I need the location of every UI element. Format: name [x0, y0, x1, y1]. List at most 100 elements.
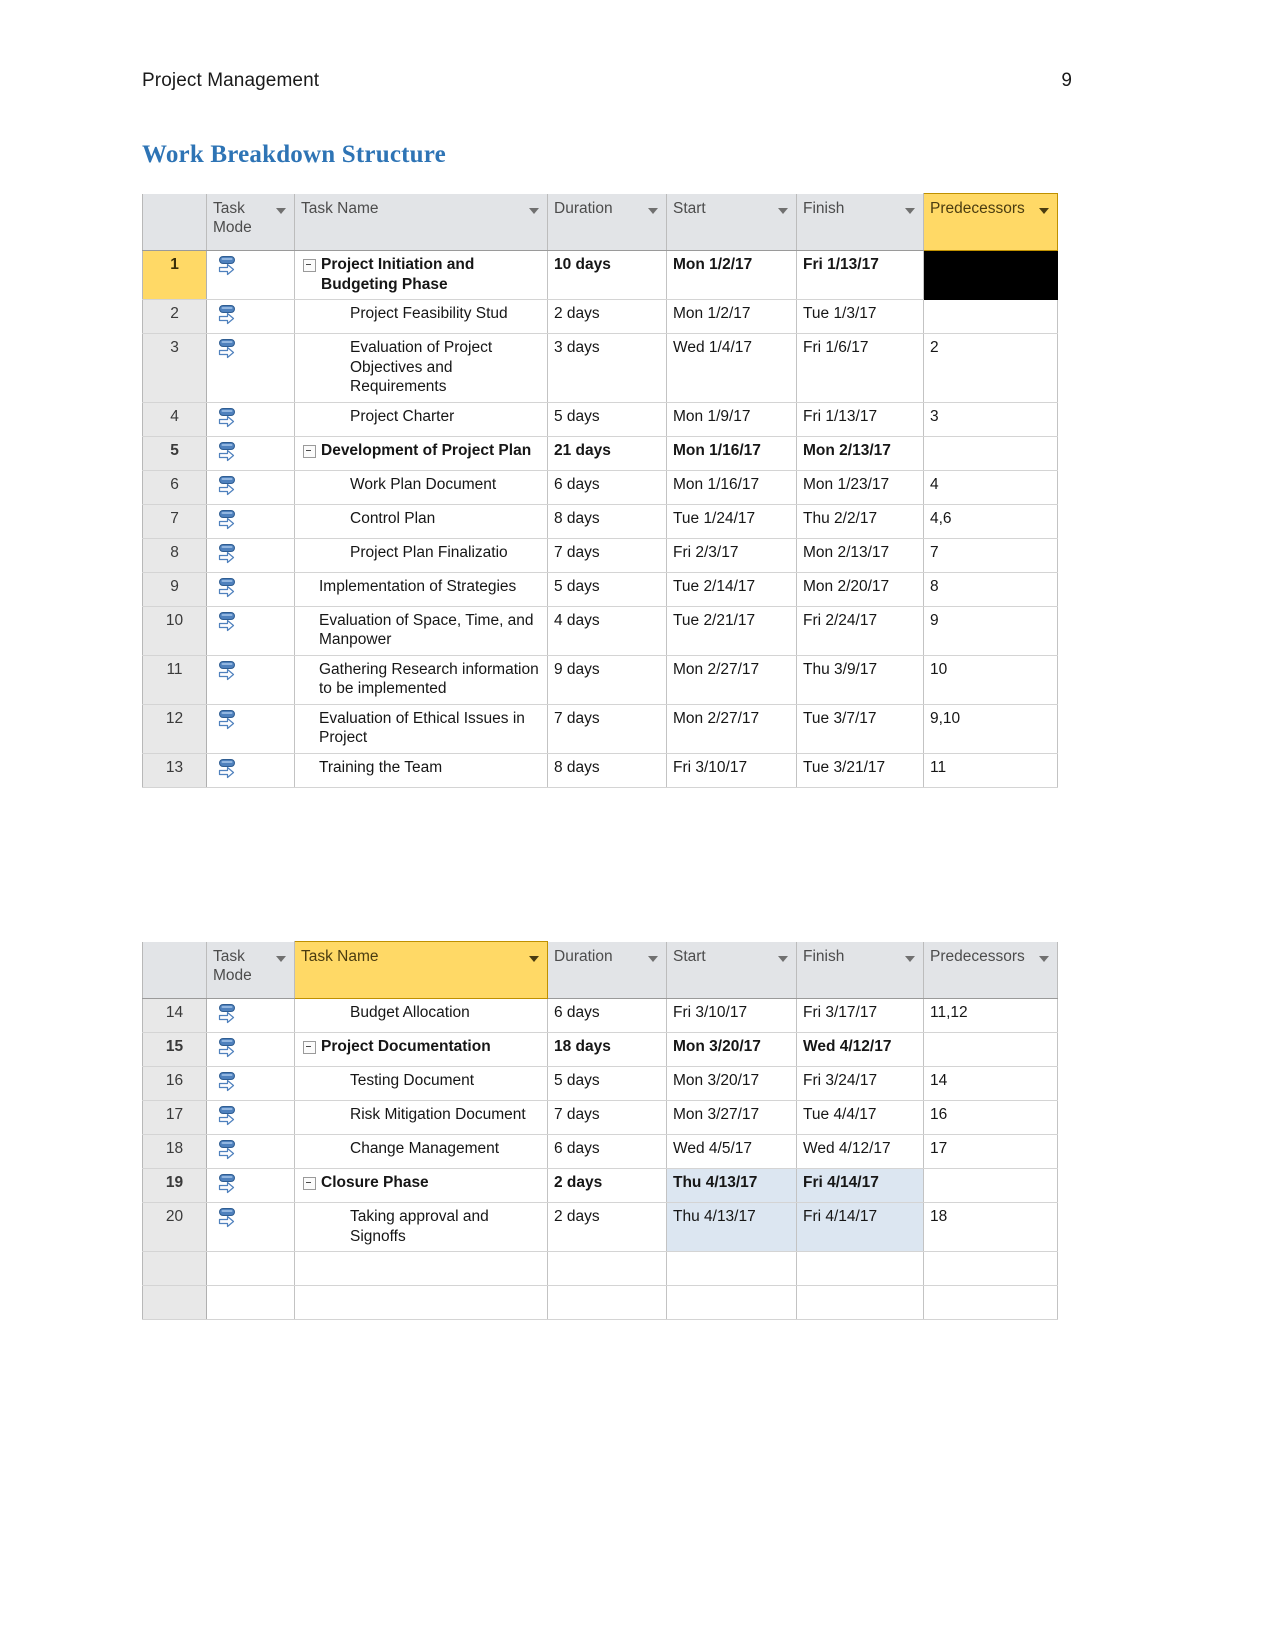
task-duration-cell[interactable]: 2 days — [547, 1168, 667, 1203]
column-header-start[interactable]: Start — [666, 193, 797, 251]
task-predecessors-cell[interactable]: 8 — [923, 572, 1058, 607]
column-header-name[interactable]: Task Name — [294, 941, 548, 999]
empty-cell[interactable] — [923, 1285, 1058, 1321]
task-predecessors-cell[interactable]: 9,10 — [923, 704, 1058, 754]
task-id-cell[interactable]: 18 — [143, 1134, 207, 1169]
task-predecessors-cell[interactable]: 11,12 — [923, 998, 1058, 1033]
task-finish-cell[interactable]: Mon 2/20/17 — [796, 572, 924, 607]
task-row[interactable]: 14 Budget Allocation 6 days Fri 3/10/17 Fri… — [143, 998, 1058, 1033]
task-predecessors-cell[interactable]: 10 — [923, 655, 1058, 705]
task-mode-cell[interactable] — [206, 1134, 295, 1169]
task-row[interactable]: 11 Gathering Research information to be … — [143, 655, 1058, 705]
task-mode-cell[interactable] — [206, 250, 295, 301]
task-mode-cell[interactable] — [206, 1100, 295, 1135]
task-id-cell[interactable]: 6 — [143, 470, 207, 505]
task-row[interactable]: 10 Evaluation of Space, Time, and Manpow… — [143, 606, 1058, 656]
task-mode-cell[interactable] — [206, 299, 295, 335]
task-row[interactable]: 5 Development of Project Plan 21 days Mon … — [143, 436, 1058, 471]
empty-cell[interactable] — [206, 1285, 295, 1321]
empty-row[interactable] — [143, 1251, 1058, 1287]
task-finish-cell[interactable]: Tue 3/7/17 — [796, 704, 924, 754]
task-finish-cell[interactable]: Mon 1/23/17 — [796, 470, 924, 505]
column-header-mode[interactable]: Task Mode — [206, 941, 295, 999]
task-name-cell[interactable]: Project Feasibility Stud — [294, 299, 548, 335]
column-header-fin[interactable]: Finish — [796, 941, 924, 999]
task-duration-cell[interactable]: 7 days — [547, 1100, 667, 1135]
task-name-cell[interactable]: Taking approval and Signoffs — [294, 1202, 548, 1253]
task-finish-cell[interactable]: Fri 4/14/17 — [796, 1202, 924, 1253]
task-start-cell[interactable]: Mon 1/9/17 — [666, 402, 797, 437]
column-header-pred[interactable]: Predecessors — [923, 941, 1058, 999]
task-id-cell[interactable]: 2 — [143, 299, 207, 335]
task-finish-cell[interactable]: Fri 1/13/17 — [796, 250, 924, 301]
filter-dropdown-icon[interactable] — [648, 207, 658, 214]
column-header-dur[interactable]: Duration — [547, 193, 667, 251]
task-row[interactable]: 6 Work Plan Document 6 days Mon 1/16/17 Mon… — [143, 470, 1058, 505]
empty-cell[interactable] — [666, 1285, 797, 1321]
task-start-cell[interactable]: Tue 2/21/17 — [666, 606, 797, 656]
filter-dropdown-icon[interactable] — [648, 955, 658, 962]
task-finish-cell[interactable]: Thu 2/2/17 — [796, 504, 924, 539]
task-id-cell[interactable]: 7 — [143, 504, 207, 539]
task-id-cell[interactable]: 9 — [143, 572, 207, 607]
task-duration-cell[interactable]: 8 days — [547, 753, 667, 788]
task-mode-cell[interactable] — [206, 998, 295, 1033]
task-predecessors-cell[interactable]: 3 — [923, 402, 1058, 437]
empty-cell[interactable] — [143, 1251, 207, 1287]
filter-dropdown-icon[interactable] — [778, 955, 788, 962]
task-mode-cell[interactable] — [206, 1202, 295, 1253]
task-duration-cell[interactable]: 6 days — [547, 998, 667, 1033]
task-finish-cell[interactable]: Tue 4/4/17 — [796, 1100, 924, 1135]
task-mode-cell[interactable] — [206, 402, 295, 437]
task-start-cell[interactable]: Tue 2/14/17 — [666, 572, 797, 607]
task-duration-cell[interactable]: 2 days — [547, 299, 667, 335]
empty-cell[interactable] — [143, 1285, 207, 1321]
task-start-cell[interactable]: Fri 2/3/17 — [666, 538, 797, 573]
empty-row[interactable] — [143, 1285, 1058, 1321]
task-finish-cell[interactable]: Fri 1/13/17 — [796, 402, 924, 437]
task-finish-cell[interactable]: Tue 1/3/17 — [796, 299, 924, 335]
empty-cell[interactable] — [923, 1251, 1058, 1287]
task-finish-cell[interactable]: Fri 2/24/17 — [796, 606, 924, 656]
task-row[interactable]: 4 Project Charter 5 days Mon 1/9/17 Fri 1/1… — [143, 402, 1058, 437]
task-mode-cell[interactable] — [206, 1168, 295, 1203]
task-row[interactable]: 15 Project Documentation 18 days Mon 3/20/… — [143, 1032, 1058, 1067]
task-row[interactable]: 8 Project Plan Finalizatio 7 days Fri 2/3/… — [143, 538, 1058, 573]
task-start-cell[interactable]: Thu 4/13/17 — [666, 1168, 797, 1203]
task-mode-cell[interactable] — [206, 436, 295, 471]
task-name-cell[interactable]: Project Plan Finalizatio — [294, 538, 548, 573]
task-name-cell[interactable]: Budget Allocation — [294, 998, 548, 1033]
task-predecessors-cell[interactable]: 18 — [923, 1202, 1058, 1253]
task-mode-cell[interactable] — [206, 655, 295, 705]
task-duration-cell[interactable]: 21 days — [547, 436, 667, 471]
task-start-cell[interactable]: Tue 1/24/17 — [666, 504, 797, 539]
column-header-start[interactable]: Start — [666, 941, 797, 999]
filter-dropdown-icon[interactable] — [276, 207, 286, 214]
task-mode-cell[interactable] — [206, 704, 295, 754]
empty-cell[interactable] — [547, 1285, 667, 1321]
task-duration-cell[interactable]: 7 days — [547, 538, 667, 573]
filter-dropdown-icon[interactable] — [276, 955, 286, 962]
filter-dropdown-icon[interactable] — [1039, 955, 1049, 962]
task-name-cell[interactable]: Testing Document — [294, 1066, 548, 1101]
task-predecessors-cell[interactable]: 17 — [923, 1134, 1058, 1169]
task-predecessors-cell[interactable] — [923, 1032, 1058, 1067]
task-name-cell[interactable]: Evaluation of Space, Time, and Manpower — [294, 606, 548, 656]
task-id-cell[interactable]: 20 — [143, 1202, 207, 1253]
task-finish-cell[interactable]: Wed 4/12/17 — [796, 1032, 924, 1067]
task-start-cell[interactable]: Mon 3/20/17 — [666, 1032, 797, 1067]
task-mode-cell[interactable] — [206, 333, 295, 403]
task-duration-cell[interactable]: 4 days — [547, 606, 667, 656]
task-row[interactable]: 7 Control Plan 8 days Tue 1/24/17 Thu 2/2/1… — [143, 504, 1058, 539]
empty-cell[interactable] — [294, 1251, 548, 1287]
task-id-cell[interactable]: 19 — [143, 1168, 207, 1203]
task-duration-cell[interactable]: 5 days — [547, 572, 667, 607]
task-mode-cell[interactable] — [206, 1066, 295, 1101]
task-row[interactable]: 13 Training the Team 8 days Fri 3/10/17 Tue… — [143, 753, 1058, 788]
task-id-cell[interactable]: 5 — [143, 436, 207, 471]
filter-dropdown-icon[interactable] — [529, 207, 539, 214]
task-predecessors-cell[interactable]: 2 — [923, 333, 1058, 403]
task-start-cell[interactable]: Mon 2/27/17 — [666, 655, 797, 705]
task-id-cell[interactable]: 11 — [143, 655, 207, 705]
task-row[interactable]: 1 Project Initiation and Budgeting Phase… — [143, 250, 1058, 301]
